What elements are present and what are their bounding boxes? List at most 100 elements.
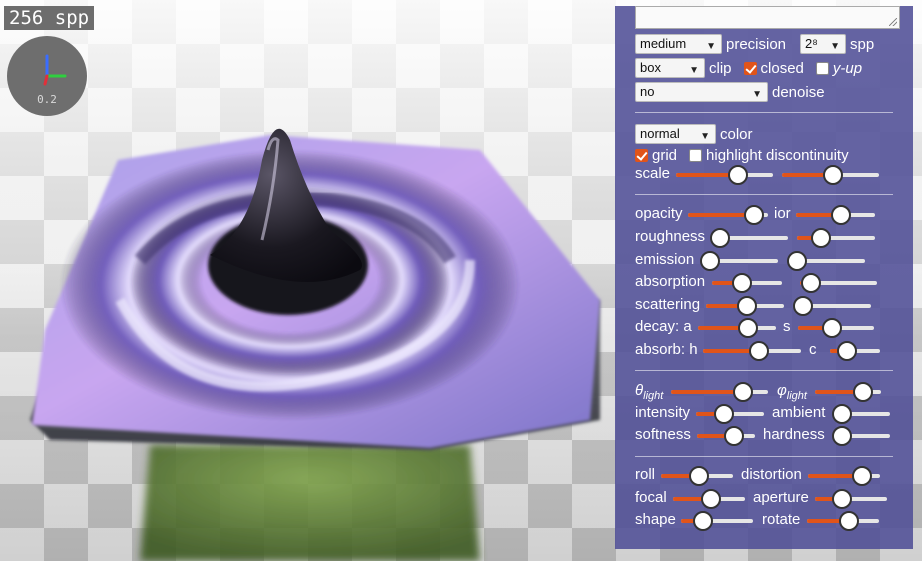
- axis-gizmo[interactable]: 0.2: [7, 36, 87, 116]
- phi-symbol: φ: [777, 382, 787, 399]
- roll-slider[interactable]: [661, 465, 733, 487]
- aperture-slider[interactable]: [815, 488, 887, 510]
- absorption-slider[interactable]: [712, 272, 782, 294]
- slider-thumb[interactable]: [801, 273, 822, 293]
- slider-thumb[interactable]: [732, 273, 752, 293]
- scattering-slider[interactable]: [706, 295, 784, 317]
- spp-select[interactable]: 2⁸ ▼: [800, 34, 847, 54]
- gizmo-value: 0.2: [37, 93, 57, 106]
- phi-light-slider[interactable]: [815, 381, 881, 403]
- slider-thumb[interactable]: [787, 251, 807, 271]
- slider-thumb[interactable]: [831, 205, 852, 225]
- distortion-slider[interactable]: [808, 465, 880, 487]
- ambient-slider[interactable]: [832, 403, 890, 425]
- distortion-label: distortion: [741, 466, 802, 483]
- theta-subscript: light: [643, 390, 664, 402]
- slider-thumb[interactable]: [832, 489, 853, 509]
- closed-label: closed: [760, 59, 804, 77]
- slider-thumb[interactable]: [832, 426, 852, 446]
- denoise-label: denoise: [772, 83, 825, 101]
- slider-thumb[interactable]: [737, 296, 757, 316]
- highlight-discontinuity-checkbox[interactable]: [689, 148, 703, 162]
- emission-slider[interactable]: [700, 250, 778, 272]
- intensity-slider[interactable]: [696, 403, 764, 425]
- divider: [635, 456, 893, 457]
- roughness-label: roughness: [635, 228, 706, 245]
- slider-thumb[interactable]: [851, 466, 872, 486]
- slider-thumb[interactable]: [701, 489, 721, 509]
- slider-thumb[interactable]: [710, 228, 730, 248]
- scale-slider-2[interactable]: [782, 164, 879, 186]
- roughness-slider[interactable]: [710, 227, 788, 249]
- slider-thumb[interactable]: [832, 404, 852, 424]
- absorption-slider-2[interactable]: [800, 272, 877, 294]
- shape-label: shape: [635, 511, 676, 528]
- hardness-slider[interactable]: [832, 425, 890, 447]
- slider-thumb[interactable]: [853, 382, 874, 402]
- scale-slider[interactable]: [676, 164, 773, 186]
- shape-slider[interactable]: [681, 510, 753, 532]
- yup-checkbox[interactable]: [815, 61, 829, 75]
- clip-select[interactable]: box ▼: [635, 58, 705, 78]
- slider-thumb[interactable]: [837, 341, 857, 361]
- decay-a-slider[interactable]: [698, 317, 776, 339]
- softness-label: softness: [635, 426, 691, 443]
- precision-select[interactable]: medium ▼: [635, 34, 722, 54]
- slider-thumb[interactable]: [693, 511, 714, 531]
- decay-s-slider[interactable]: [798, 317, 874, 339]
- phi-subscript: light: [786, 390, 807, 402]
- precision-select-value: medium: [640, 36, 687, 51]
- color-select-value: normal: [640, 126, 680, 141]
- theta-light-slider[interactable]: [671, 381, 768, 403]
- theta-symbol: θ: [635, 382, 644, 399]
- slider-thumb[interactable]: [810, 228, 831, 248]
- focal-slider[interactable]: [673, 488, 745, 510]
- denoise-select-value: no: [640, 84, 655, 99]
- slider-thumb[interactable]: [723, 426, 744, 446]
- rotate-slider[interactable]: [807, 510, 879, 532]
- ior-slider[interactable]: [796, 204, 875, 226]
- slider-thumb[interactable]: [738, 318, 759, 338]
- scattering-label: scattering: [635, 296, 701, 313]
- roll-label: roll: [635, 466, 656, 483]
- chevron-down-icon: ▼: [752, 89, 762, 100]
- closed-checkbox[interactable]: [743, 61, 757, 75]
- resize-grip-icon[interactable]: [889, 18, 897, 26]
- absorb-h-label: absorb: h: [635, 341, 698, 358]
- grid-checkbox[interactable]: [635, 148, 648, 162]
- clip-select-value: box: [640, 60, 661, 75]
- opacity-slider[interactable]: [688, 204, 768, 226]
- yup-label: y-up: [832, 59, 863, 77]
- emission-slider-2[interactable]: [787, 250, 865, 272]
- color-select[interactable]: normal ▼: [635, 124, 716, 144]
- absorb-c-slider[interactable]: [830, 340, 880, 362]
- grid-row: grid highlight discontinuity: [635, 144, 849, 166]
- softness-slider[interactable]: [697, 425, 755, 447]
- slider-thumb[interactable]: [732, 382, 753, 402]
- emission-label: emission: [635, 251, 695, 268]
- slider-thumb[interactable]: [748, 341, 769, 361]
- spp-counter: 256 spp: [4, 6, 95, 30]
- absorb-h-slider[interactable]: [703, 340, 801, 362]
- slider-thumb[interactable]: [821, 318, 842, 338]
- slider-thumb[interactable]: [700, 251, 720, 271]
- expression-textarea[interactable]: [635, 6, 900, 29]
- roughness-slider-2[interactable]: [797, 227, 875, 249]
- slider-fill: [671, 390, 741, 394]
- slider-thumb[interactable]: [728, 165, 749, 185]
- highlight-discontinuity-label: highlight discontinuity: [706, 146, 849, 164]
- scattering-slider-2[interactable]: [793, 295, 871, 317]
- slider-thumb[interactable]: [838, 511, 859, 531]
- slider-thumb[interactable]: [822, 165, 843, 185]
- slider-fill: [688, 213, 752, 217]
- slider-thumb[interactable]: [793, 296, 813, 316]
- slider-thumb[interactable]: [744, 205, 764, 225]
- color-row: normal ▼ color: [635, 123, 753, 145]
- slider-thumb[interactable]: [713, 404, 734, 424]
- decay-a-label: decay: a: [635, 318, 692, 335]
- denoise-select[interactable]: no ▼: [635, 82, 768, 102]
- slider-thumb[interactable]: [689, 466, 709, 486]
- color-label: color: [720, 125, 753, 143]
- ior-label: ior: [774, 205, 791, 222]
- spp-label: spp: [850, 35, 875, 53]
